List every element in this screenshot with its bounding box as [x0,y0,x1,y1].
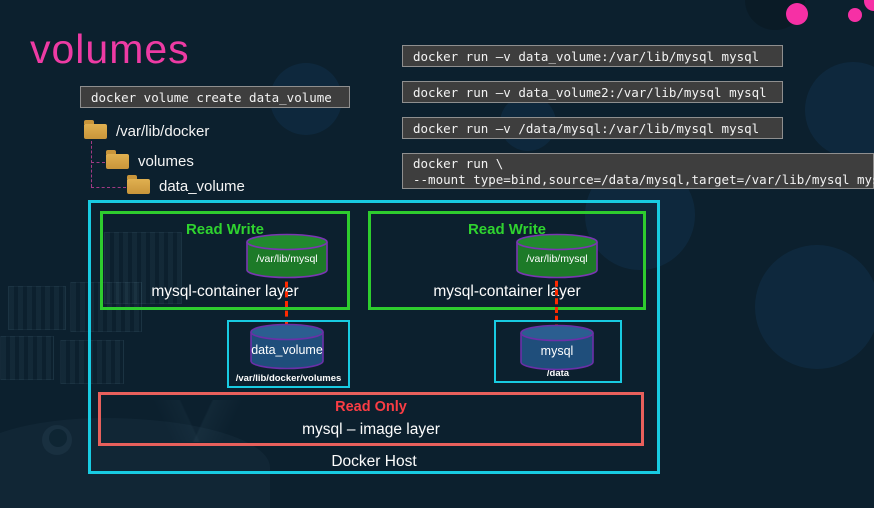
pink-dot [864,0,874,11]
cylinder-label: data_volume [251,343,323,357]
docker-host-label: Docker Host [88,453,660,475]
read-only-label: Read Only [101,399,641,415]
container-layer-box-right: Read Write mysql-container layer [368,211,646,310]
pink-dot [848,8,862,22]
mount-point-cylinder-right: /var/lib/mysql [515,233,599,279]
container-illustration [0,336,54,380]
volume-cylinder-right: mysql [519,324,595,372]
code-run-named-volume2: docker run –v data_volume2:/var/lib/mysq… [402,81,783,103]
moon-illustration [42,425,72,455]
container-layer-label: mysql-container layer [103,283,347,301]
folder-icon [127,179,150,194]
code-run-bind-path: docker run –v /data/mysql:/var/lib/mysql… [402,117,783,139]
volume-path-label: /var/lib/docker/volumes [229,373,348,384]
tree-connector-line [91,141,92,187]
folder-icon [106,154,129,169]
folder-icon [84,124,107,139]
code-run-mount: docker run \ --mount type=bind,source=/d… [402,153,874,189]
slide-volumes: { "title": "volumes", "code_snippets": {… [0,0,874,478]
tree-item-label: data_volume [159,178,245,195]
tree-connector-line [91,162,105,163]
image-layer-box: Read Only mysql – image layer [98,392,644,446]
tree-item-volumes-dir: volumes [106,153,194,170]
tree-item-label: volumes [138,153,194,170]
container-layer-label: mysql-container layer [371,283,643,301]
container-illustration [8,286,66,330]
code-run-named-volume: docker run –v data_volume:/var/lib/mysql… [402,45,783,67]
pink-dot [786,3,808,25]
tree-connector-line [91,187,126,188]
cylinder-label: /var/lib/mysql [515,233,599,279]
volume-cylinder-left: data_volume [249,323,325,371]
image-layer-label: mysql – image layer [101,421,641,439]
cylinder-label: mysql [519,324,595,372]
tree-item-data-volume-dir: data_volume [127,178,245,195]
tree-item-label: /var/lib/docker [116,123,209,140]
bokeh-circle [755,245,874,369]
tree-item-docker-dir: /var/lib/docker [84,123,209,140]
cylinder-label: /var/lib/mysql [245,233,329,279]
read-write-label: Read Write [371,221,643,238]
page-title: volumes [30,26,190,73]
code-volume-create: docker volume create data_volume [80,86,350,108]
mount-point-cylinder-left: /var/lib/mysql [245,233,329,279]
bokeh-circle [805,62,874,158]
